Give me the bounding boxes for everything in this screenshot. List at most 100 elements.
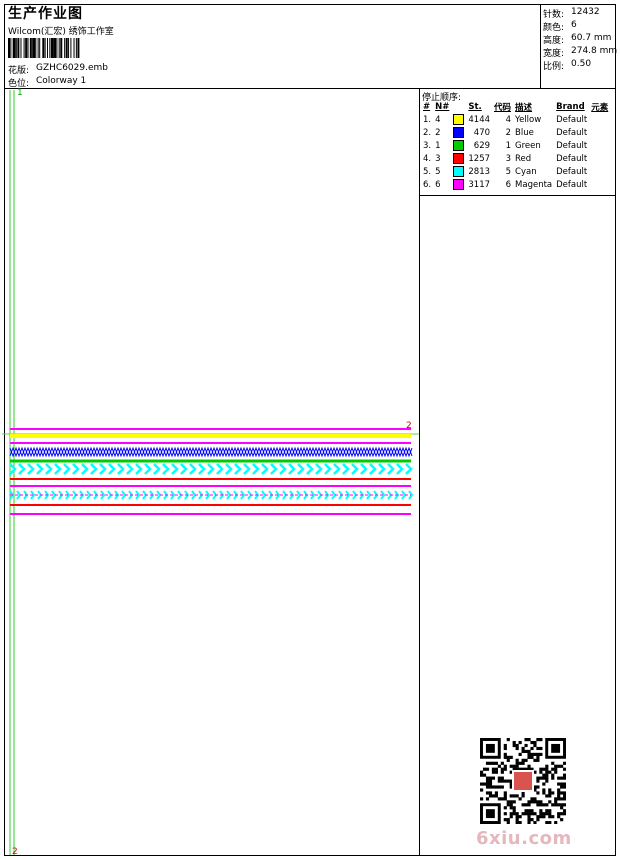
qr-module (503, 812, 507, 816)
qr-logo (514, 772, 532, 790)
qr-module (515, 764, 519, 768)
qr-module (563, 776, 566, 780)
qr-module (542, 776, 546, 780)
qr-module (563, 761, 566, 765)
qr-module (512, 740, 516, 745)
qr-module (521, 803, 525, 807)
qr-module (506, 755, 510, 759)
qr-module (497, 764, 501, 768)
qr-finder (485, 809, 495, 819)
qr-module (518, 740, 522, 745)
qr-finder (485, 743, 495, 753)
qr-module (533, 740, 537, 745)
qr-module (530, 812, 534, 816)
qr-module (530, 818, 534, 822)
qr-module (545, 803, 549, 807)
qr-module (509, 815, 513, 819)
qr-module (539, 815, 543, 819)
qr-module (545, 812, 549, 816)
qr-module (545, 779, 549, 783)
qr-module (509, 806, 513, 810)
qr-finder (551, 743, 561, 753)
qr-module (542, 773, 546, 777)
qr-module (530, 800, 534, 804)
qr-module (524, 749, 528, 754)
qr-module (533, 812, 537, 816)
qr-module (524, 738, 528, 742)
qr-module (527, 812, 531, 816)
qr-module (488, 761, 493, 765)
qr-module (539, 800, 543, 804)
qr-module (527, 815, 531, 819)
qr-module (545, 794, 549, 798)
qr-module (548, 815, 552, 819)
qr-module (497, 797, 501, 801)
qr-module (536, 755, 540, 759)
qr-module (560, 812, 564, 816)
qr-module (530, 746, 534, 751)
qr-module (488, 782, 493, 786)
qr-module (557, 812, 561, 816)
qr-module (539, 776, 543, 780)
qr-module (545, 809, 549, 813)
qr-module (539, 809, 543, 813)
qr-module (533, 800, 537, 804)
qr-module (536, 791, 540, 795)
qr-module (539, 812, 543, 816)
qr-module (500, 785, 504, 789)
qr-module (551, 776, 555, 780)
qr-module (515, 794, 519, 798)
qr-module (512, 800, 516, 804)
qr-module (503, 743, 507, 748)
qr-module (563, 809, 566, 813)
qr-module (551, 815, 555, 819)
qr-module (530, 740, 534, 745)
qr-module (542, 803, 546, 807)
qr-module (527, 800, 531, 804)
qr-module (521, 749, 525, 754)
qr-module (536, 779, 540, 783)
qr-module (509, 755, 513, 759)
qr-module (533, 797, 537, 801)
qr-module (503, 791, 507, 795)
qr-module (539, 803, 543, 807)
qr-module (494, 785, 498, 789)
qr-module (515, 746, 519, 751)
qr-module (545, 764, 549, 768)
qr-module (509, 764, 513, 768)
qr-module (557, 815, 561, 819)
qr-module (536, 752, 540, 756)
qr-module (480, 782, 484, 786)
qr-module (527, 755, 531, 759)
watermark-logo: 6xiu.com (476, 828, 572, 849)
qr-module (488, 794, 493, 798)
qr-module (509, 803, 513, 807)
marker-start: 1 (17, 88, 23, 98)
qr-module (539, 770, 543, 774)
qr-module (554, 797, 558, 801)
qr-module (488, 791, 493, 795)
qr-module (563, 812, 566, 816)
qr-module (512, 812, 516, 816)
qr-module (518, 752, 522, 756)
qr-module (515, 821, 519, 824)
qr-module (494, 761, 498, 765)
qr-module (521, 746, 525, 751)
qr-module (506, 803, 510, 807)
qr-module (530, 755, 534, 759)
qr-module (536, 746, 540, 751)
qr-module (563, 773, 566, 777)
qr-module (500, 776, 504, 780)
qr-module (554, 767, 558, 771)
qr-module (491, 785, 496, 789)
qr-module (563, 791, 566, 795)
qr-module (515, 758, 519, 762)
qr-module (527, 818, 531, 822)
qr-module (512, 809, 516, 813)
qr-module (497, 785, 501, 789)
qr-module (542, 812, 546, 816)
qr-module (557, 794, 561, 798)
qr-module (557, 764, 561, 768)
qr-module (560, 776, 564, 780)
qr-module (515, 815, 519, 819)
